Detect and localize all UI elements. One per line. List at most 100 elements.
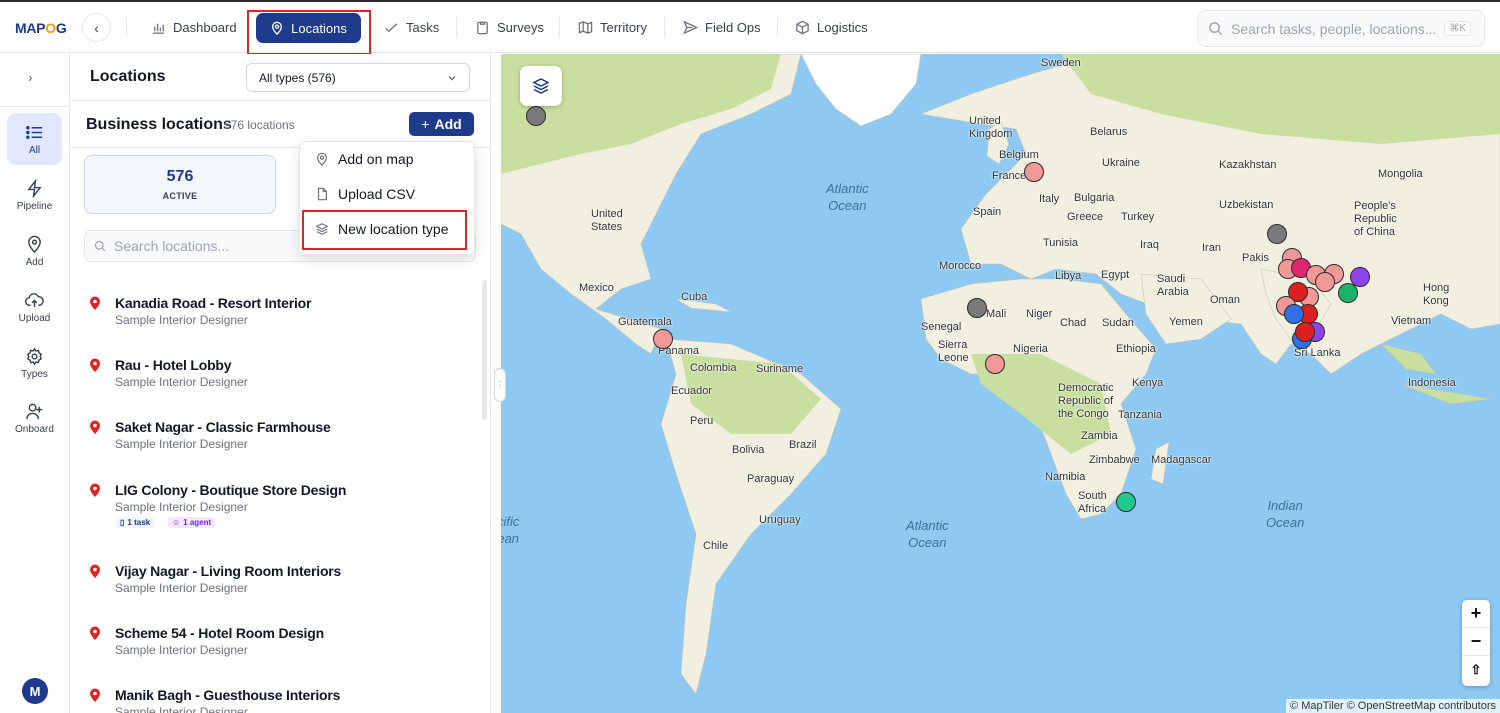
- location-name: Manik Bagh - Guesthouse Interiors: [115, 687, 341, 703]
- country-label: Tunisia: [1043, 237, 1079, 249]
- country-label: Senegal: [921, 321, 962, 333]
- zoom-out-button[interactable]: −: [1462, 628, 1490, 656]
- task-count-badge: ▯ 1 task: [116, 517, 155, 528]
- location-type-select-value: All types (576): [259, 70, 336, 85]
- bar-chart-icon: [152, 23, 165, 34]
- country-label: Niger: [1026, 308, 1053, 320]
- map-attribution[interactable]: © MapTiler © OpenStreetMap contributors: [1286, 699, 1500, 713]
- layers-icon: [532, 78, 550, 94]
- nav-dashboard[interactable]: Dashboard: [151, 13, 237, 42]
- clipboard-icon: [477, 21, 488, 35]
- country-label: Nigeria: [1013, 343, 1048, 355]
- country-label: Hong Kong: [1423, 282, 1450, 307]
- country-label: Suriname: [756, 363, 804, 375]
- app-logo[interactable]: MAPOG: [15, 20, 67, 36]
- active-stat-card[interactable]: 576 ACTIVE: [84, 155, 276, 214]
- country-label: Uruguay: [759, 514, 801, 526]
- ocean-label: Atlantic Ocean: [826, 181, 869, 213]
- country-label: Oman: [1210, 294, 1240, 306]
- rail-item-onboard[interactable]: Onboard: [7, 392, 62, 444]
- location-type-select[interactable]: All types (576): [246, 63, 470, 92]
- file-icon: ▯: [120, 518, 125, 527]
- map-marker[interactable]: [985, 354, 1005, 374]
- rail-item-types[interactable]: Types: [7, 337, 62, 389]
- country-label: Greece: [1067, 211, 1104, 223]
- country-label: Yemen: [1169, 316, 1203, 328]
- rail-item-upload[interactable]: Upload: [7, 281, 62, 333]
- section-count: 576 locations: [224, 118, 295, 132]
- menu-item-upload-csv[interactable]: Upload CSV: [300, 177, 476, 211]
- location-pin-icon: [90, 296, 100, 310]
- map-marker[interactable]: [1295, 322, 1315, 342]
- country-label: Tanzania: [1118, 409, 1163, 421]
- map-marker[interactable]: [1267, 224, 1287, 244]
- back-button[interactable]: ‹: [82, 13, 111, 42]
- map-marker[interactable]: [967, 298, 987, 318]
- ocean-label: Indian Ocean: [1266, 498, 1305, 530]
- nav-logistics[interactable]: Logistics: [795, 13, 868, 42]
- map-marker[interactable]: [526, 106, 546, 126]
- zoom-in-button[interactable]: +: [1462, 600, 1490, 628]
- location-type: Sample Interior Designer: [115, 643, 248, 657]
- country-label: Vietnam: [1391, 315, 1432, 327]
- map-icon: [578, 21, 593, 34]
- country-label: Ecuador: [671, 385, 712, 397]
- search-icon: [94, 240, 106, 252]
- ocean-label: cificean: [501, 514, 520, 546]
- country-label: Indonesia: [1408, 377, 1456, 389]
- user-plus-icon: [26, 403, 43, 419]
- nav-field-ops[interactable]: Field Ops: [683, 13, 761, 42]
- nav-surveys[interactable]: Surveys: [475, 13, 544, 42]
- country-label: Belgium: [999, 149, 1039, 161]
- map-marker[interactable]: [1315, 272, 1335, 292]
- zoom-controls: + − ⇧: [1462, 600, 1490, 686]
- panel-resize-handle[interactable]: ⋮: [494, 368, 506, 402]
- country-label: Italy: [1039, 193, 1060, 205]
- map-marker[interactable]: [1024, 162, 1044, 182]
- list-scrollbar[interactable]: [482, 280, 487, 420]
- map-marker[interactable]: [1284, 304, 1304, 324]
- add-location-button[interactable]: + Add: [409, 112, 474, 136]
- country-label: France: [992, 170, 1027, 182]
- layers-button[interactable]: [520, 66, 562, 106]
- country-label: Spain: [973, 206, 1002, 218]
- country-label: Sweden: [1041, 57, 1081, 69]
- cloud-upload-icon: [25, 292, 44, 307]
- country-label: Pakis: [1242, 252, 1269, 264]
- expand-rail-button[interactable]: ›: [28, 69, 33, 85]
- country-label: United States: [591, 208, 623, 233]
- global-search[interactable]: Search tasks, people, locations... ⌘K: [1197, 10, 1485, 47]
- nav-tasks[interactable]: Tasks: [384, 13, 439, 42]
- country-label: Sudan: [1102, 317, 1134, 329]
- country-label: Ethiopia: [1116, 343, 1156, 355]
- country-label: Bolivia: [732, 444, 765, 456]
- rail-item-pipeline[interactable]: Pipeline: [7, 169, 62, 221]
- location-search-input[interactable]: Search locations...: [114, 238, 229, 254]
- menu-item-new-location-type[interactable]: New location type: [300, 212, 476, 246]
- map-marker[interactable]: [1116, 492, 1136, 512]
- check-icon: [385, 23, 398, 33]
- rail-item-add[interactable]: Add: [7, 225, 62, 277]
- map-marker[interactable]: [653, 329, 673, 349]
- nav-locations[interactable]: Locations: [256, 13, 361, 43]
- location-name: Vijay Nagar - Living Room Interiors: [115, 563, 342, 579]
- location-pin-icon: [90, 688, 100, 702]
- chevron-right-icon: ›: [28, 69, 33, 85]
- search-shortcut-badge: ⌘K: [1444, 21, 1471, 36]
- active-label: ACTIVE: [162, 191, 198, 201]
- global-search-input[interactable]: Search tasks, people, locations...: [1231, 21, 1436, 37]
- gear-icon: [26, 347, 43, 365]
- compass-button[interactable]: ⇧: [1462, 656, 1490, 684]
- nav-territory[interactable]: Territory: [578, 13, 647, 42]
- user-avatar[interactable]: M: [22, 678, 48, 704]
- search-icon: [1209, 22, 1223, 36]
- map-marker[interactable]: [1338, 283, 1358, 303]
- rail-item-all[interactable]: All: [7, 113, 62, 165]
- menu-item-add-on-map[interactable]: Add on map: [300, 142, 476, 176]
- country-label: Paraguay: [747, 473, 795, 485]
- map-view[interactable]: Atlantic Ocean Atlantic Ocean Indian Ocean …: [501, 54, 1500, 713]
- country-label: Sierra Leone: [938, 339, 969, 364]
- country-label: Saudi Arabia: [1157, 273, 1189, 298]
- country-label: Brazil: [789, 439, 817, 451]
- file-icon: [317, 187, 327, 201]
